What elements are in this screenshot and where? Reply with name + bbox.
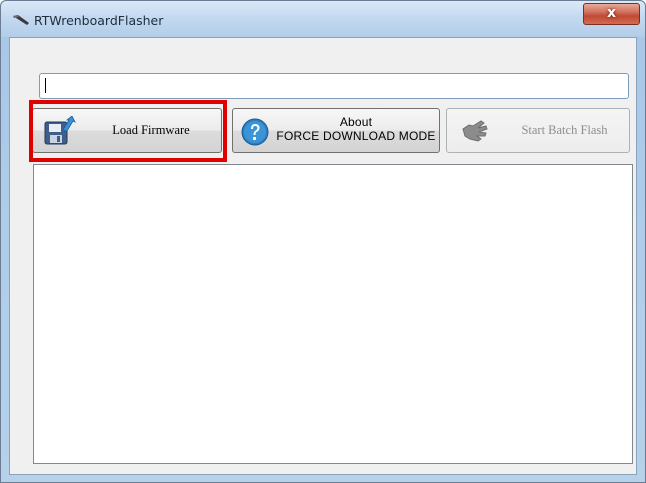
app-window: RTWrenboardFlasher x Load Firmware About… — [0, 0, 646, 483]
about-label-line2: FORCE DOWNLOAD MODE — [276, 129, 436, 143]
start-batch-flash-label: Start Batch Flash — [521, 123, 608, 137]
log-output-area[interactable] — [33, 164, 633, 464]
close-button[interactable]: x — [583, 3, 640, 25]
app-icon — [13, 15, 29, 25]
text-caret — [45, 78, 46, 93]
load-firmware-button[interactable]: Load Firmware — [32, 108, 222, 153]
about-force-download-button[interactable]: About FORCE DOWNLOAD MODE — [232, 108, 440, 153]
firmware-path-field[interactable] — [39, 73, 629, 99]
window-title: RTWrenboardFlasher — [34, 13, 164, 28]
start-batch-flash-button[interactable]: Start Batch Flash — [446, 108, 630, 153]
client-area: Load Firmware About FORCE DOWNLOAD MODE … — [9, 37, 637, 475]
about-label: About FORCE DOWNLOAD MODE — [273, 115, 439, 143]
title-bar[interactable]: RTWrenboardFlasher x — [1, 1, 645, 37]
question-icon — [241, 118, 269, 146]
load-firmware-label: Load Firmware — [112, 123, 190, 137]
about-label-line1: About — [339, 115, 373, 129]
hand-icon — [462, 120, 488, 142]
floppy-disk-icon — [44, 116, 76, 145]
